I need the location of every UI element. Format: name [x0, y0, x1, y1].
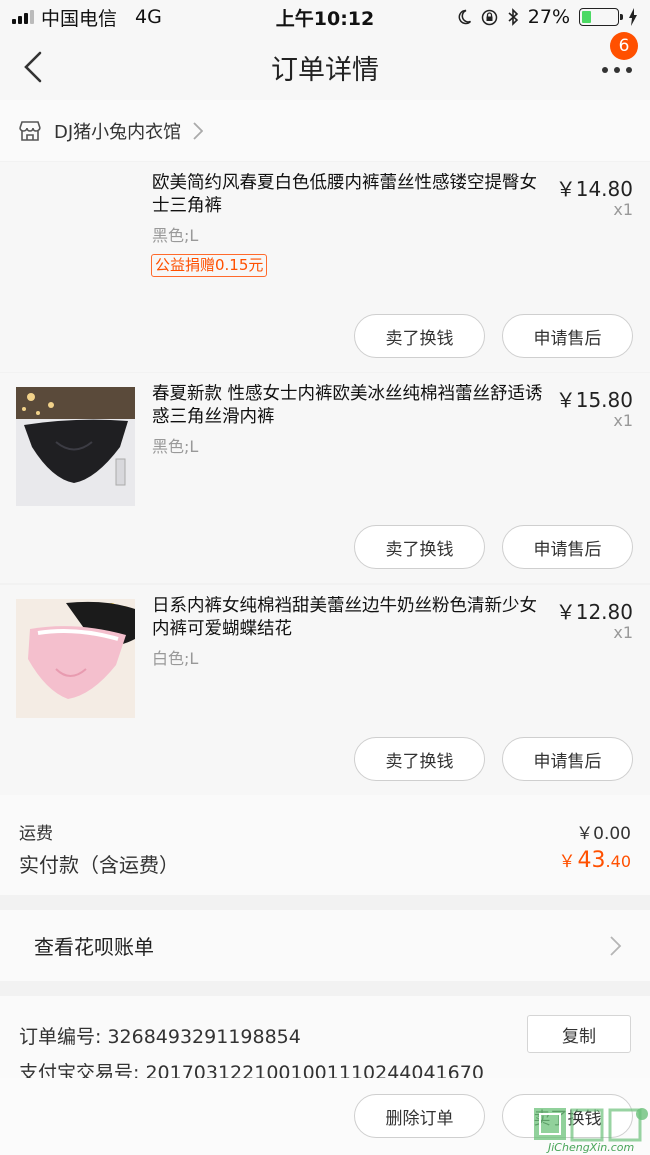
order-number: 订单编号: 3268493291198854 — [19, 1026, 301, 1048]
message-count-badge: 6 — [610, 32, 638, 60]
watermark-text: JiChengXin.com — [548, 1141, 635, 1154]
signal-icon — [12, 10, 34, 24]
item-price: ￥12.80 — [555, 600, 633, 624]
order-item-2[interactable]: 春夏新款 性感女士内裤欧美冰丝纯棉裆蕾丝舒适诱惑三角丝滑内裤 黑色;L ￥15.… — [0, 373, 650, 583]
more-dot — [626, 67, 632, 73]
item-price: ￥14.80 — [555, 177, 633, 201]
rotation-lock-icon — [481, 9, 498, 25]
huabei-label: 查看花呗账单 — [34, 935, 154, 959]
item-quantity: x1 — [613, 200, 633, 219]
bluetooth-icon — [508, 8, 518, 26]
item-price: ￥15.80 — [555, 388, 633, 412]
order-totals: 运费 ￥0.00 实付款（含运费） ￥43.40 — [0, 795, 650, 895]
more-dots-icon — [602, 67, 608, 73]
charging-icon — [629, 8, 637, 26]
copy-button[interactable]: 复制 — [527, 1015, 631, 1053]
item-sku: 白色;L — [152, 649, 199, 668]
paid-amount: ￥43.40 — [559, 847, 631, 873]
paid-label: 实付款（含运费） — [19, 853, 179, 877]
shop-row[interactable]: DJ猪小兔内衣馆 — [0, 100, 650, 161]
product-image[interactable] — [16, 599, 135, 718]
page-title: 订单详情 — [271, 54, 379, 86]
after-sale-button[interactable]: 申请售后 — [502, 525, 633, 569]
carrier-name: 中国电信 — [41, 7, 118, 30]
view-huabei-bill-row[interactable]: 查看花呗账单 — [0, 910, 650, 981]
paid-integer: 43 — [577, 848, 606, 873]
back-button[interactable] — [16, 48, 50, 86]
after-sale-button[interactable]: 申请售后 — [502, 737, 633, 781]
more-button[interactable] — [602, 60, 632, 80]
charity-tag: 公益捐赠0.15元 — [151, 254, 268, 277]
chevron-right-icon — [610, 936, 622, 956]
item-sku: 黑色;L — [152, 437, 199, 456]
item-quantity: x1 — [613, 411, 633, 430]
order-item-3[interactable]: 日系内裤女纯棉裆甜美蕾丝边牛奶丝粉色清新少女内裤可爱蝴蝶结花 白色;L ￥12.… — [0, 585, 650, 795]
sell-for-cash-button[interactable]: 卖了换钱 — [354, 314, 485, 358]
sell-for-cash-button[interactable]: 卖了换钱 — [354, 525, 485, 569]
shipping-value: ￥0.00 — [576, 824, 631, 844]
item-title[interactable]: 日系内裤女纯棉裆甜美蕾丝边牛奶丝粉色清新少女内裤可爱蝴蝶结花 — [152, 595, 544, 641]
battery-percent: 27% — [527, 6, 570, 28]
paid-decimal: .40 — [605, 852, 631, 871]
network-type: 4G — [135, 6, 162, 28]
battery-icon — [579, 8, 623, 26]
item-title[interactable]: 欧美简约风春夏白色低腰内裤蕾丝性感镂空提臀女士三角裤 — [152, 172, 544, 218]
chevron-right-icon — [193, 121, 204, 140]
shop-name: DJ猪小兔内衣馆 — [54, 121, 182, 143]
chevron-left-icon — [24, 51, 42, 83]
nav-bar: 订单详情 6 — [0, 32, 650, 100]
delete-order-button[interactable]: 删除订单 — [354, 1094, 485, 1138]
paid-currency: ￥ — [558, 852, 576, 872]
shipping-label: 运费 — [19, 824, 53, 844]
sell-for-cash-button[interactable]: 卖了换钱 — [354, 737, 485, 781]
status-bar: 中国电信 4G 上午10:12 27% — [0, 0, 650, 34]
order-item-1[interactable]: 欧美简约风春夏白色低腰内裤蕾丝性感镂空提臀女士三角裤 黑色;L 公益捐赠0.15… — [0, 162, 650, 372]
more-dot — [614, 67, 620, 73]
product-image[interactable] — [16, 387, 135, 506]
item-title[interactable]: 春夏新款 性感女士内裤欧美冰丝纯棉裆蕾丝舒适诱惑三角丝滑内裤 — [152, 383, 544, 429]
item-sku: 黑色;L — [152, 226, 199, 245]
after-sale-button[interactable]: 申请售后 — [502, 314, 633, 358]
store-icon — [19, 120, 41, 141]
moon-icon — [458, 9, 471, 25]
item-quantity: x1 — [613, 623, 633, 642]
